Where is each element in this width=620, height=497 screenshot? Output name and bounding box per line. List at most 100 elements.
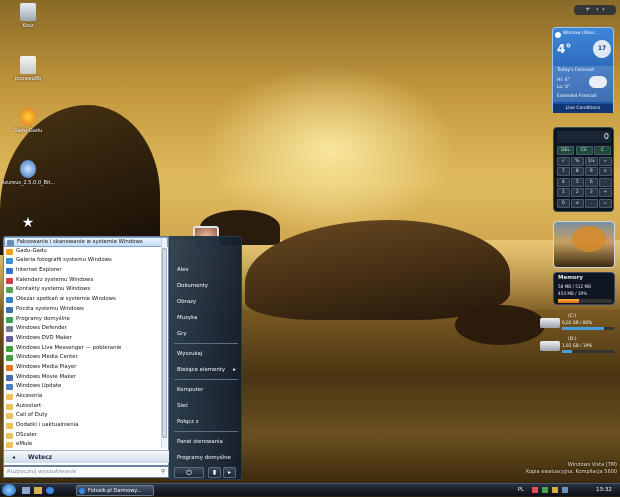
start-link-11[interactable]: Panel sterowania xyxy=(173,436,239,448)
calc-key[interactable]: + xyxy=(599,188,612,197)
weather-gadget[interactable]: Warsaw (Okec... 4° 17 Today's Forecast H… xyxy=(552,27,614,113)
next-gadget-button[interactable]: › xyxy=(602,6,604,13)
add-gadget-button[interactable]: + xyxy=(585,6,590,13)
drive-gadget-c[interactable]: (C:) 6,02 GB / 80% xyxy=(540,314,616,332)
calc-key[interactable]: 3 xyxy=(585,188,598,197)
program-item[interactable]: Programy domyślne xyxy=(4,315,168,325)
program-item[interactable]: Windows Movie Maker xyxy=(4,373,168,383)
program-item[interactable]: Internet Explorer xyxy=(4,266,168,276)
calc-key[interactable]: × xyxy=(599,167,612,176)
taskbar-task-fotosik[interactable]: Fotosik.pl Darmowy... xyxy=(76,485,154,496)
start-link-3[interactable]: Obrazy xyxy=(173,296,239,308)
forecast-title: Today's Forecast xyxy=(557,68,595,73)
program-item[interactable]: Akcesoria xyxy=(4,392,168,402)
taskbar: Fotosik.pl Darmowy... PL 13:32 xyxy=(0,483,620,496)
tray-icon-app[interactable] xyxy=(561,487,568,493)
desktop-icon-folder[interactable]: pizzawa8b xyxy=(1,56,55,82)
language-indicator[interactable]: PL xyxy=(518,484,524,497)
program-item[interactable]: Windows Media Center xyxy=(4,353,168,363)
prev-gadget-button[interactable]: ‹ xyxy=(596,6,598,13)
start-orb-button[interactable] xyxy=(2,484,16,496)
start-link-6[interactable]: Wyszukaj xyxy=(173,348,239,360)
memory-gadget[interactable]: Memory 58 MB / 512 MB 454 MB / 39% xyxy=(553,272,615,305)
program-item[interactable]: eMule xyxy=(4,440,168,450)
program-item[interactable]: Windows DVD Maker xyxy=(4,334,168,344)
program-item[interactable]: Kalendarz systemu Windows xyxy=(4,276,168,286)
calculator-display: 0 xyxy=(557,131,611,143)
calc-key[interactable]: 1/x xyxy=(585,156,598,166)
program-item[interactable]: Windows Defender xyxy=(4,324,168,334)
program-item[interactable]: Galeria fotografii systemu Windows xyxy=(4,256,168,266)
start-link-5[interactable]: Gry xyxy=(173,328,239,340)
internet-explorer-icon[interactable] xyxy=(46,487,54,494)
browser-icon xyxy=(79,488,85,494)
calc-key[interactable]: 5 xyxy=(571,177,584,187)
calc-key[interactable]: ± xyxy=(571,198,584,208)
calc-key[interactable]: 2 xyxy=(571,188,584,197)
program-item[interactable]: Autostart xyxy=(4,402,168,412)
calc-key[interactable]: . xyxy=(585,198,598,208)
live-conditions-tab[interactable]: Live Conditions xyxy=(553,104,613,113)
drive-icon xyxy=(540,318,560,328)
program-item[interactable]: Obszar spotkań w systemie Windows xyxy=(4,295,168,305)
programs-scrollbar[interactable] xyxy=(161,238,167,448)
calculator-gadget[interactable]: 0 DEL CE C √% 1/x ÷ 7 8 9 × 4 5 6-1 2 3 +0 ±. = xyxy=(553,127,614,212)
program-item[interactable]: Dodatki i uaktualnienia xyxy=(4,421,168,431)
start-link-1[interactable]: Alex xyxy=(173,264,239,276)
program-item[interactable]: Windows Update xyxy=(4,382,168,392)
calc-key[interactable]: CE xyxy=(575,146,593,155)
start-link-10[interactable]: Połącz z xyxy=(173,416,239,428)
calc-key[interactable]: = xyxy=(599,198,612,208)
tray-icon-network[interactable] xyxy=(541,487,548,493)
calc-key[interactable]: C xyxy=(594,146,611,155)
scrollbar-thumb[interactable] xyxy=(162,248,167,438)
program-item[interactable]: Kontakty systemu Windows xyxy=(4,285,168,295)
calc-key[interactable]: ÷ xyxy=(599,156,612,166)
calc-key[interactable]: % xyxy=(571,156,584,166)
calc-key[interactable]: 7 xyxy=(557,167,570,176)
desktop-icon-recycle-bin[interactable]: Kosz xyxy=(1,3,55,29)
program-item[interactable]: Faksowanie i skanowanie w systemie Windo… xyxy=(4,237,168,247)
power-button[interactable]: ⏻ xyxy=(174,467,204,478)
rock-right xyxy=(455,305,545,345)
start-link-7[interactable]: Bieżące elementy ▸ xyxy=(173,364,239,376)
search-input[interactable]: Rozpocznij wyszukiwanie ⚲ xyxy=(3,466,169,478)
calc-key[interactable]: DEL xyxy=(557,146,574,155)
calc-key[interactable]: √ xyxy=(557,156,570,166)
shutdown-options-button[interactable]: ▸ xyxy=(223,467,236,478)
start-link-9[interactable]: Sieć xyxy=(173,400,239,412)
desktop-icon-star[interactable]: ★ xyxy=(1,214,55,234)
drive-label: (D:) xyxy=(568,337,577,342)
desktop-icon-gadu-gadu[interactable]: Gadu-Gadu xyxy=(1,108,55,134)
start-link-8[interactable]: Komputer xyxy=(173,384,239,396)
forecast-lo: Lo: 0° xyxy=(557,85,571,90)
slideshow-gadget[interactable] xyxy=(553,221,615,268)
lock-button[interactable]: ▮ xyxy=(208,467,221,478)
program-item[interactable]: Poczta systemu Windows xyxy=(4,305,168,315)
calc-key[interactable]: 9 xyxy=(585,167,598,176)
back-button[interactable]: ◂ Wstecz xyxy=(4,450,170,463)
tray-icon-volume[interactable] xyxy=(551,487,558,493)
switch-windows-icon[interactable] xyxy=(34,487,42,494)
calc-key[interactable]: 6 xyxy=(585,177,598,187)
start-link-4[interactable]: Muzyka xyxy=(173,312,239,324)
tray-icon-security[interactable] xyxy=(532,487,538,493)
program-item[interactable]: Windows Media Player xyxy=(4,363,168,373)
start-link-2[interactable]: Dokumenty xyxy=(173,280,239,292)
calc-key[interactable]: - xyxy=(599,177,612,187)
clock[interactable]: 13:32 xyxy=(596,484,612,497)
calc-key[interactable]: 0 xyxy=(557,198,570,208)
desktop-icon-azureus[interactable]: Azureus_2.5.0.0_Bit... xyxy=(1,160,55,186)
show-desktop-icon[interactable] xyxy=(22,487,30,494)
calc-key[interactable]: 4 xyxy=(557,177,570,187)
program-item[interactable]: Gadu-Gadu xyxy=(4,247,168,257)
drive-gadget-d[interactable]: (D:) 1,92 GB / 19% xyxy=(540,337,616,355)
program-item[interactable]: Call of Duty xyxy=(4,411,168,421)
program-item[interactable]: Windows Live Messenger — pobieranie xyxy=(4,344,168,354)
program-item[interactable]: DScaler xyxy=(4,431,168,441)
start-link-12[interactable]: Programy domyślne xyxy=(173,452,239,464)
extended-forecast-link[interactable]: Extended Forecast xyxy=(557,94,597,99)
calc-key[interactable]: 1 xyxy=(557,188,570,197)
calc-key[interactable]: 8 xyxy=(571,167,584,176)
lock-icon: ▮ xyxy=(212,469,217,476)
